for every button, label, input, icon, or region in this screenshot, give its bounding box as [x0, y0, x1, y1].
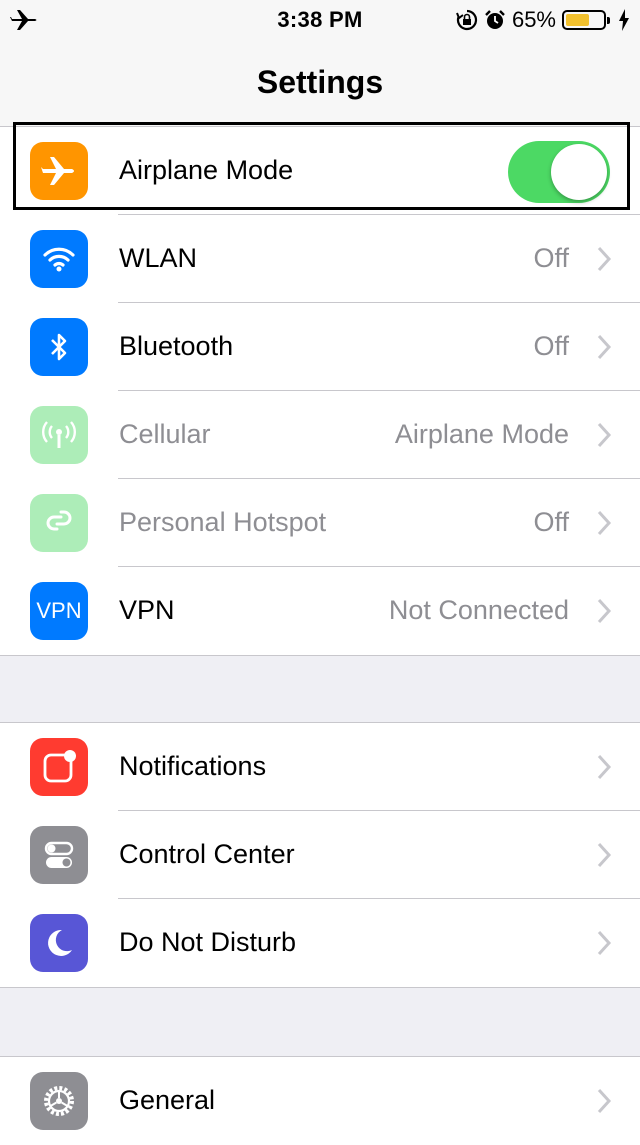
- settings-row-bluetooth[interactable]: Bluetooth Off: [0, 303, 640, 391]
- toggle-knob: [551, 144, 607, 200]
- control-center-label: Control Center: [119, 839, 295, 869]
- personal-hotspot-label: Personal Hotspot: [119, 507, 327, 537]
- settings-row-do-not-disturb[interactable]: Do Not Disturb: [0, 899, 640, 987]
- page-title: Settings: [256, 64, 384, 100]
- battery-fill: [566, 14, 590, 26]
- status-right: 65%: [456, 7, 630, 33]
- chevron-right-icon: [597, 246, 612, 272]
- settings-row-notifications[interactable]: Notifications: [0, 723, 640, 811]
- hotspot-icon: [30, 494, 88, 552]
- charging-bolt-icon: [619, 9, 629, 31]
- orientation-lock-icon: [456, 9, 478, 31]
- battery-percent: 65%: [511, 7, 556, 32]
- vpn-icon-text: VPN: [36, 598, 82, 623]
- personal-hotspot-value: Off: [533, 507, 569, 537]
- notifications-label: Notifications: [119, 751, 267, 781]
- general-label: General: [119, 1085, 216, 1115]
- chevron-right-icon: [597, 1088, 612, 1114]
- vpn-value: Not Connected: [388, 595, 569, 625]
- moon-icon: [30, 914, 88, 972]
- settings-row-vpn[interactable]: VPN VPN Not Connected: [0, 567, 640, 655]
- chevron-right-icon: [597, 754, 612, 780]
- chevron-right-icon: [597, 510, 612, 536]
- alerts-group: Notifications Control Center Do Not Dist…: [0, 722, 640, 988]
- airplane-mode-icon: [30, 142, 88, 200]
- settings-row-wlan[interactable]: WLAN Off: [0, 215, 640, 303]
- bluetooth-label: Bluetooth: [119, 331, 234, 361]
- vpn-label: VPN: [119, 595, 175, 625]
- cellular-antenna-icon: [30, 406, 88, 464]
- gear-icon: [30, 1072, 88, 1130]
- settings-row-airplane-mode[interactable]: Airplane Mode: [0, 127, 640, 215]
- chevron-right-icon: [597, 598, 612, 624]
- do-not-disturb-label: Do Not Disturb: [119, 927, 297, 957]
- chevron-right-icon: [597, 842, 612, 868]
- cellular-label: Cellular: [119, 419, 211, 449]
- battery-icon: [562, 10, 610, 30]
- settings-row-general[interactable]: General: [0, 1057, 640, 1145]
- settings-row-personal-hotspot[interactable]: Personal Hotspot Off: [0, 479, 640, 567]
- cellular-value: Airplane Mode: [394, 419, 569, 449]
- airplane-mode-toggle[interactable]: [508, 141, 610, 203]
- vpn-icon: VPN: [30, 582, 88, 640]
- settings-row-control-center[interactable]: Control Center: [0, 811, 640, 899]
- navigation-bar: Settings: [0, 40, 640, 128]
- chevron-right-icon: [597, 422, 612, 448]
- airplane-mode-label: Airplane Mode: [119, 155, 294, 185]
- status-bar: 3:38 PM 65%: [0, 0, 640, 40]
- wlan-label: WLAN: [119, 243, 198, 273]
- chevron-right-icon: [597, 930, 612, 956]
- general-group: General: [0, 1056, 640, 1145]
- bluetooth-icon: [30, 318, 88, 376]
- control-center-icon: [30, 826, 88, 884]
- wlan-value: Off: [533, 243, 569, 273]
- alarm-icon: [485, 10, 505, 29]
- wifi-icon: [30, 230, 88, 288]
- notifications-icon: [30, 738, 88, 796]
- bluetooth-value: Off: [533, 331, 569, 361]
- connectivity-group: Airplane Mode WLAN Off Bluetooth Off Cel…: [0, 126, 640, 656]
- chevron-right-icon: [597, 334, 612, 360]
- settings-row-cellular[interactable]: Cellular Airplane Mode: [0, 391, 640, 479]
